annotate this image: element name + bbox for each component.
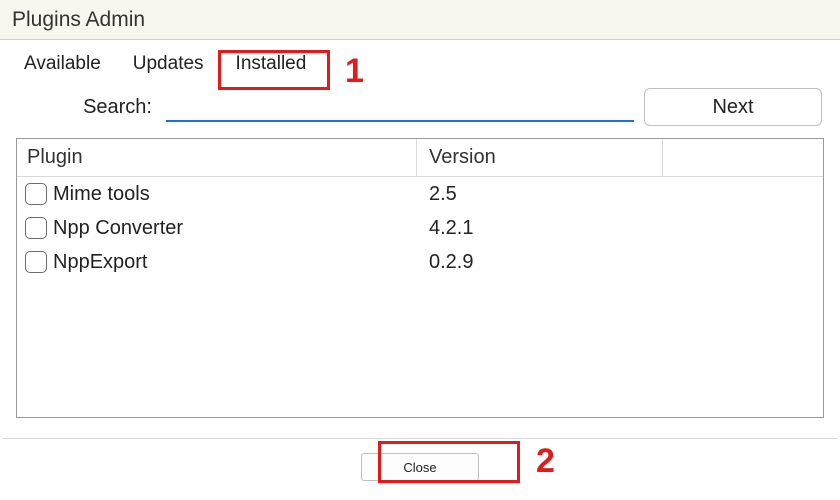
plugin-list: Plugin Version Mime tools 2.5 Npp Conver… [16, 138, 824, 418]
bottom-bar: Close [0, 438, 840, 496]
plugins-admin-window: Plugins Admin Available Updates Installe… [0, 0, 840, 500]
checkbox[interactable] [25, 183, 47, 205]
search-row: Search: Next [0, 80, 840, 132]
search-input[interactable] [166, 92, 634, 122]
plugin-name: Mime tools [53, 183, 150, 206]
next-button[interactable]: Next [644, 88, 822, 126]
close-button-label: Close [403, 460, 436, 475]
list-item[interactable]: NppExport 0.2.9 [17, 245, 823, 279]
tab-installed[interactable]: Installed [220, 48, 323, 80]
col-header-plugin[interactable]: Plugin [17, 139, 417, 177]
plugin-version: 4.2.1 [417, 217, 823, 240]
plugin-name: NppExport [53, 251, 148, 274]
tabstrip: Available Updates Installed [0, 48, 840, 80]
titlebar: Plugins Admin [0, 0, 840, 40]
search-label: Search: [8, 96, 156, 119]
close-button[interactable]: Close [361, 453, 479, 481]
plugin-version: 0.2.9 [417, 251, 823, 274]
tab-available-label: Available [24, 53, 101, 74]
plugin-list-header: Plugin Version [17, 139, 823, 177]
list-item[interactable]: Npp Converter 4.2.1 [17, 211, 823, 245]
col-header-spacer [663, 139, 823, 177]
checkbox[interactable] [25, 251, 47, 273]
plugin-name: Npp Converter [53, 217, 183, 240]
checkbox[interactable] [25, 217, 47, 239]
tab-available[interactable]: Available [8, 48, 117, 80]
list-item[interactable]: Mime tools 2.5 [17, 177, 823, 211]
tab-installed-label: Installed [236, 53, 307, 74]
next-button-label: Next [712, 96, 753, 118]
plugin-version: 2.5 [417, 183, 823, 206]
col-header-version[interactable]: Version [417, 139, 663, 177]
tab-updates-label: Updates [133, 53, 204, 74]
window-title: Plugins Admin [12, 8, 145, 32]
tab-updates[interactable]: Updates [117, 48, 220, 80]
divider [2, 438, 838, 439]
